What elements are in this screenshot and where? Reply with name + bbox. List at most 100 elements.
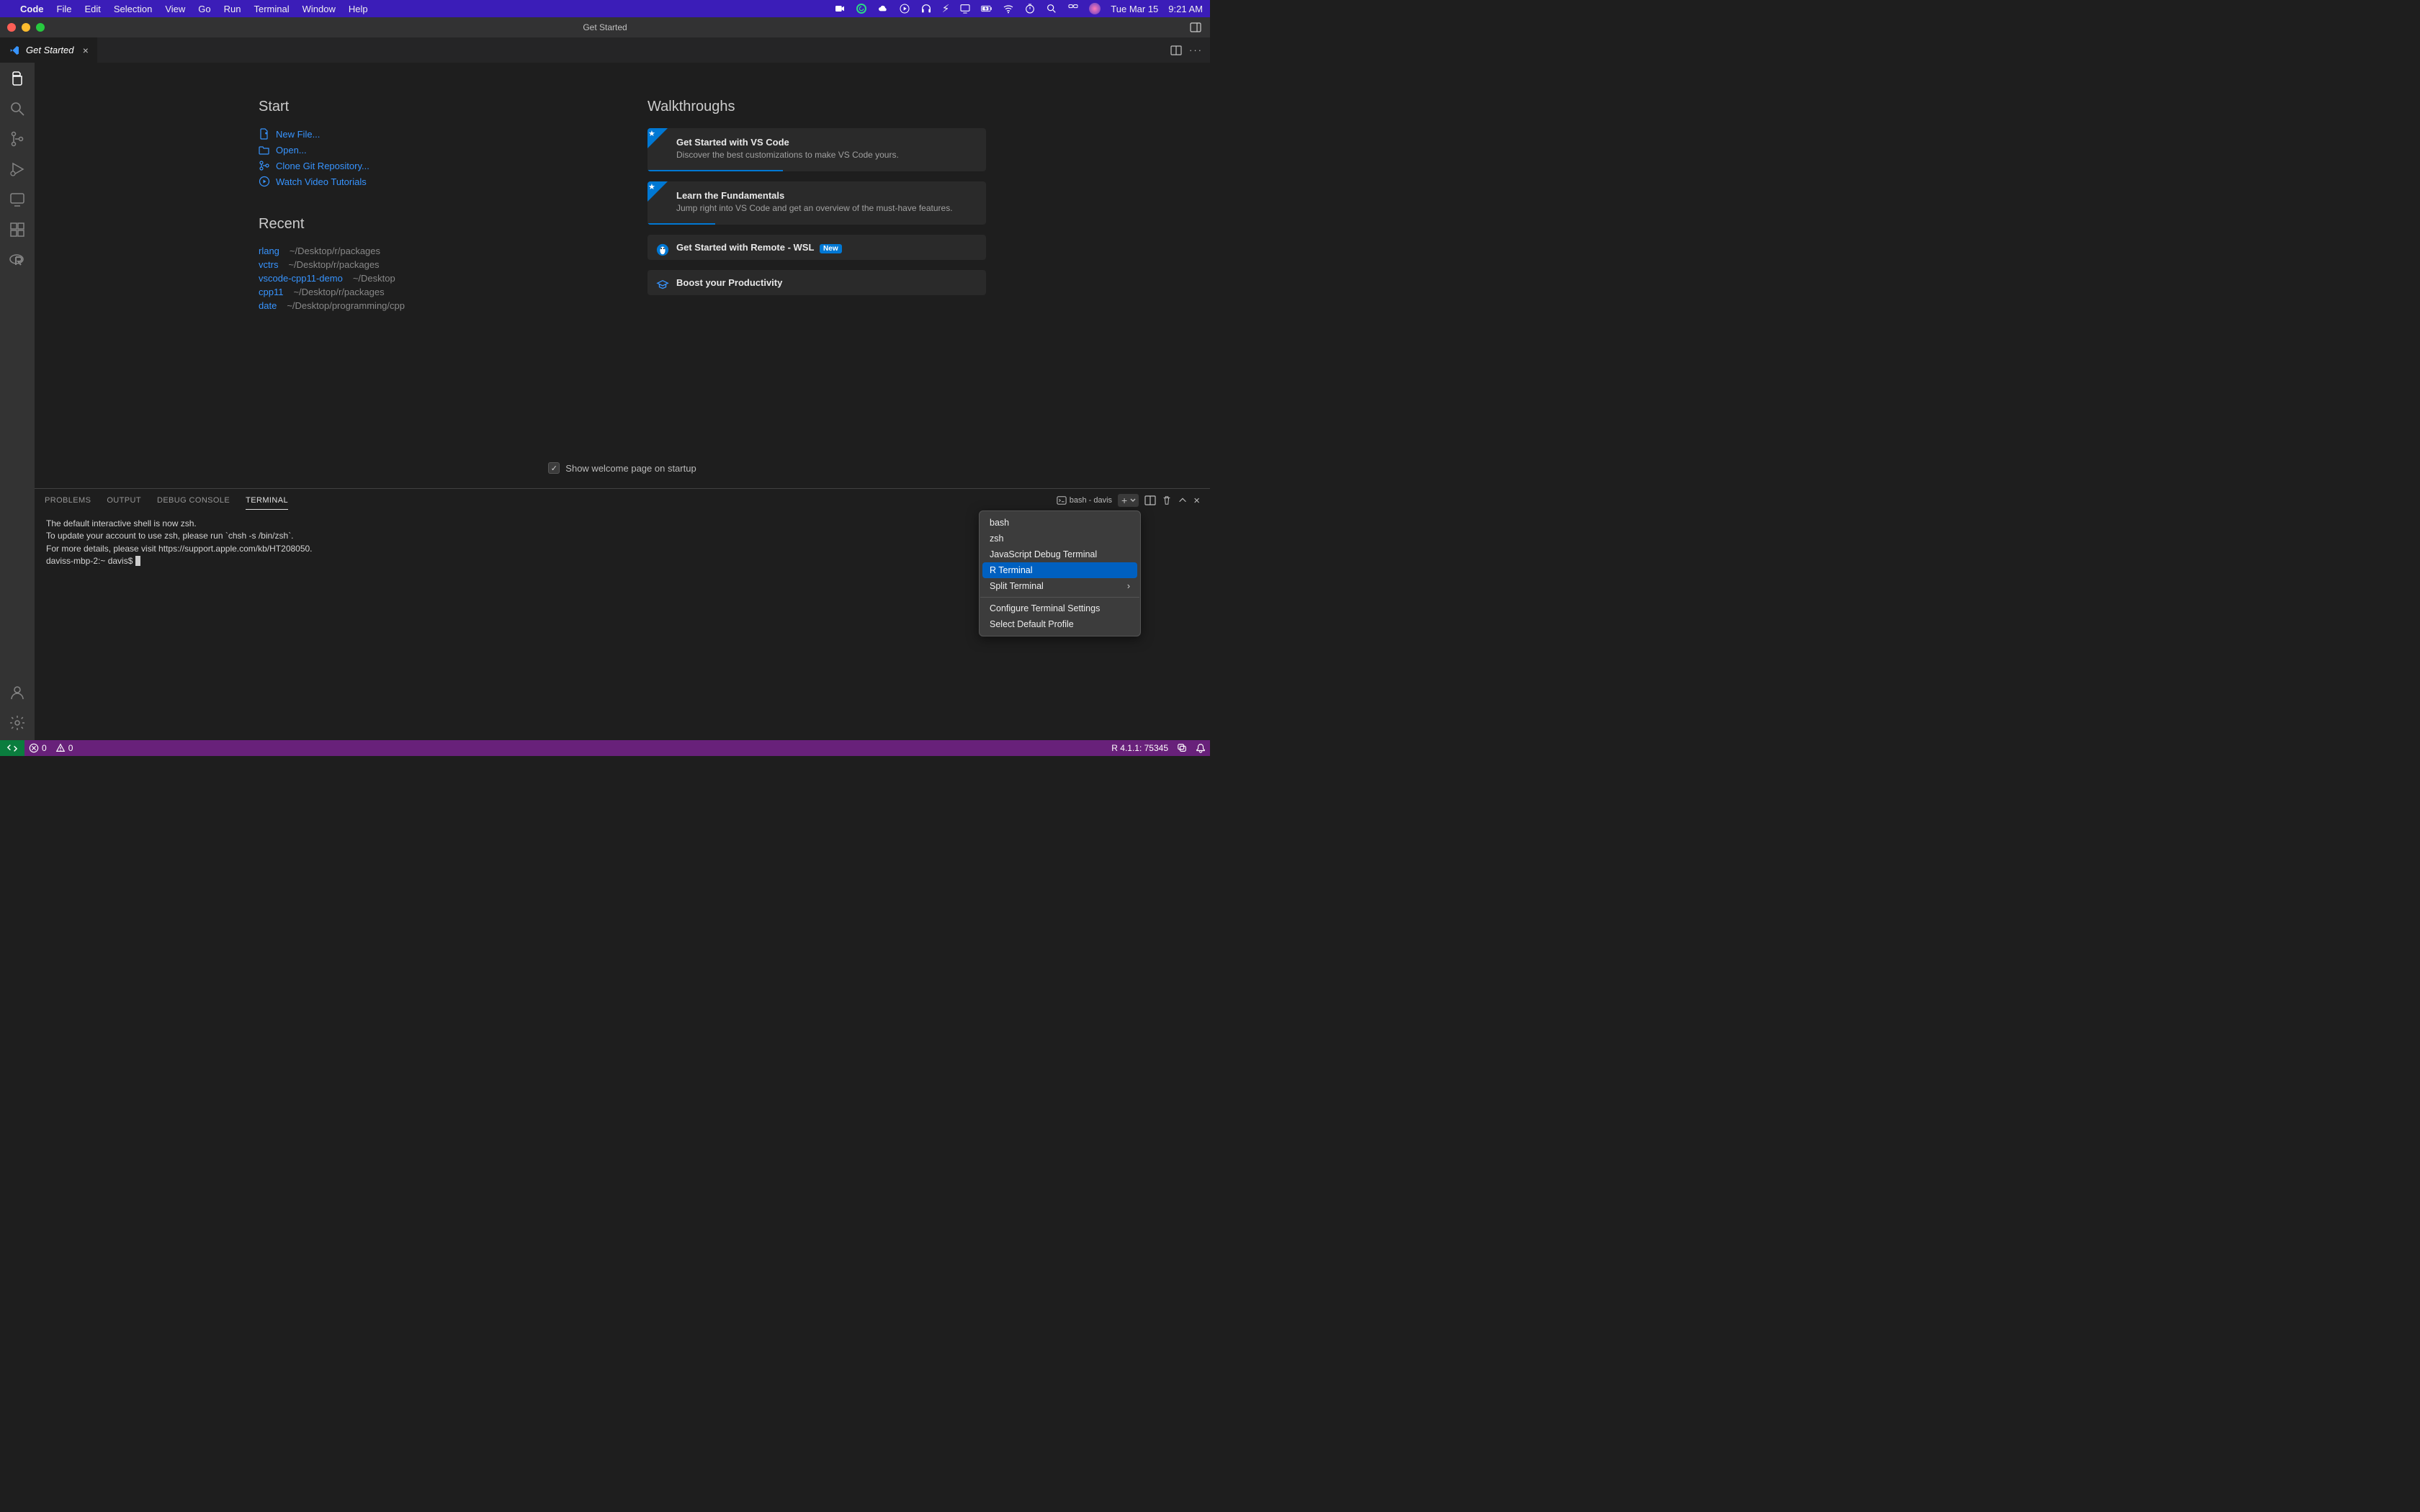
- window-controls: [7, 23, 45, 32]
- plus-icon: +: [1120, 495, 1129, 506]
- start-clone-label: Clone Git Repository...: [276, 161, 369, 171]
- menubar-right: ⚡︎ Tue Mar 15 9:21 AM: [834, 2, 1203, 15]
- recent-item[interactable]: vctrs~/Desktop/r/packages: [259, 259, 561, 270]
- layout-toggle-icon[interactable]: [1190, 22, 1201, 33]
- penguin-icon: [656, 243, 669, 256]
- control-center-icon[interactable]: [1067, 3, 1079, 14]
- status-r-version[interactable]: R 4.1.1: 75345: [1107, 743, 1173, 753]
- new-terminal-split-button[interactable]: +: [1118, 494, 1139, 507]
- walkthrough-fundamentals[interactable]: ★ Learn the Fundamentals Jump right into…: [647, 181, 986, 225]
- r-extension-icon[interactable]: [9, 251, 26, 269]
- timer-icon[interactable]: [1024, 3, 1036, 14]
- start-open[interactable]: Open...: [259, 144, 561, 156]
- close-window-button[interactable]: [7, 23, 16, 32]
- cloud-icon[interactable]: [877, 3, 889, 14]
- account-icon[interactable]: [9, 684, 26, 701]
- search-sidebar-icon[interactable]: [9, 100, 26, 117]
- start-tutorials[interactable]: Watch Video Tutorials: [259, 176, 561, 187]
- walkthrough-title: Get Started with Remote - WSL: [676, 242, 814, 253]
- show-welcome-label: Show welcome page on startup: [565, 463, 696, 474]
- menu-selection[interactable]: Selection: [114, 4, 152, 14]
- show-welcome-checkbox-row[interactable]: ✓ Show welcome page on startup: [35, 462, 1210, 474]
- menubar-time[interactable]: 9:21 AM: [1168, 4, 1203, 14]
- panel-tab-terminal[interactable]: TERMINAL: [246, 492, 288, 510]
- source-control-icon[interactable]: [9, 130, 26, 148]
- walkthrough-desc: Jump right into VS Code and get an overv…: [676, 202, 974, 215]
- walkthrough-title: Learn the Fundamentals: [676, 190, 974, 201]
- dropdown-item-configure[interactable]: Configure Terminal Settings: [982, 600, 1137, 616]
- tab-get-started[interactable]: Get Started ×: [0, 37, 98, 63]
- checkbox-icon[interactable]: ✓: [548, 462, 560, 474]
- dropdown-item-zsh[interactable]: zsh: [982, 531, 1137, 546]
- dropdown-item-r-terminal[interactable]: R Terminal: [982, 562, 1137, 578]
- dropdown-item-bash[interactable]: bash: [982, 515, 1137, 531]
- panel-tab-problems[interactable]: PROBLEMS: [45, 492, 91, 509]
- menu-go[interactable]: Go: [198, 4, 210, 14]
- status-warnings[interactable]: 0: [51, 743, 78, 753]
- explorer-icon[interactable]: [9, 70, 26, 87]
- recent-heading: Recent: [259, 216, 561, 233]
- run-debug-icon[interactable]: [9, 161, 26, 178]
- close-tab-icon[interactable]: ×: [82, 45, 88, 56]
- wifi-icon[interactable]: [1003, 3, 1014, 14]
- start-clone[interactable]: Clone Git Repository...: [259, 160, 561, 171]
- warning-count: 0: [68, 743, 73, 753]
- battery-icon[interactable]: [981, 3, 992, 14]
- remote-indicator[interactable]: [0, 740, 24, 756]
- siri-icon[interactable]: [1089, 3, 1101, 14]
- chevron-up-icon[interactable]: [1178, 495, 1188, 505]
- menu-run[interactable]: Run: [224, 4, 241, 14]
- recent-item[interactable]: vscode-cpp11-demo~/Desktop: [259, 273, 561, 284]
- notifications-bell-icon[interactable]: [1191, 743, 1210, 753]
- zoom-window-button[interactable]: [36, 23, 45, 32]
- headphones-icon[interactable]: [920, 3, 932, 14]
- menubar-date[interactable]: Tue Mar 15: [1111, 4, 1158, 14]
- recent-item[interactable]: date~/Desktop/programming/cpp: [259, 300, 561, 311]
- close-panel-icon[interactable]: ×: [1193, 495, 1200, 507]
- star-icon: ★: [648, 129, 655, 138]
- menu-view[interactable]: View: [165, 4, 185, 14]
- bluetooth-icon[interactable]: ⚡︎: [942, 2, 950, 15]
- dropdown-item-split-terminal[interactable]: Split Terminal›: [982, 578, 1137, 594]
- walkthrough-remote-wsl[interactable]: Get Started with Remote - WSL New: [647, 235, 986, 260]
- dropdown-item-select-default[interactable]: Select Default Profile: [982, 616, 1137, 632]
- walkthrough-get-started[interactable]: ★ Get Started with VS Code Discover the …: [647, 128, 986, 171]
- recent-item[interactable]: rlang~/Desktop/r/packages: [259, 246, 561, 256]
- walkthrough-desc: Discover the best customizations to make…: [676, 149, 974, 161]
- star-icon: ★: [648, 182, 655, 192]
- settings-gear-icon[interactable]: [9, 714, 26, 732]
- recent-item[interactable]: cpp11~/Desktop/r/packages: [259, 287, 561, 297]
- minimize-window-button[interactable]: [22, 23, 30, 32]
- status-errors[interactable]: 0: [24, 743, 51, 753]
- app-name[interactable]: Code: [20, 4, 44, 14]
- menu-file[interactable]: File: [57, 4, 72, 14]
- more-actions-icon[interactable]: ···: [1189, 45, 1203, 55]
- dropdown-item-js-debug[interactable]: JavaScript Debug Terminal: [982, 546, 1137, 562]
- panel-tab-debug-console[interactable]: DEBUG CONSOLE: [157, 492, 230, 509]
- chevron-right-icon: ›: [1127, 581, 1130, 591]
- start-new-file[interactable]: New File...: [259, 128, 561, 140]
- menu-help[interactable]: Help: [349, 4, 368, 14]
- tab-label: Get Started: [26, 45, 73, 55]
- display-icon[interactable]: [959, 3, 971, 14]
- menu-edit[interactable]: Edit: [84, 4, 100, 14]
- menu-terminal[interactable]: Terminal: [254, 4, 290, 14]
- extensions-icon[interactable]: [9, 221, 26, 238]
- search-icon[interactable]: [1046, 3, 1057, 14]
- split-editor-icon[interactable]: [1170, 45, 1182, 56]
- activity-bar: [0, 63, 35, 740]
- feedback-icon[interactable]: [1173, 743, 1191, 753]
- walkthrough-productivity[interactable]: Boost your Productivity: [647, 270, 986, 295]
- panel-tab-output[interactable]: OUTPUT: [107, 492, 141, 509]
- graduation-icon: [656, 279, 669, 292]
- trash-icon[interactable]: [1162, 495, 1172, 505]
- play-circle-icon[interactable]: [899, 3, 910, 14]
- chevron-down-icon: [1129, 497, 1137, 504]
- terminal-shell-selector[interactable]: bash - davis: [1057, 495, 1112, 505]
- video-icon[interactable]: [834, 3, 846, 14]
- remote-explorer-icon[interactable]: [9, 191, 26, 208]
- menu-window[interactable]: Window: [302, 4, 336, 14]
- split-terminal-icon[interactable]: [1144, 495, 1156, 506]
- terminal-profile-dropdown: bash zsh JavaScript Debug Terminal R Ter…: [979, 510, 1141, 636]
- grammarly-icon[interactable]: [856, 3, 867, 14]
